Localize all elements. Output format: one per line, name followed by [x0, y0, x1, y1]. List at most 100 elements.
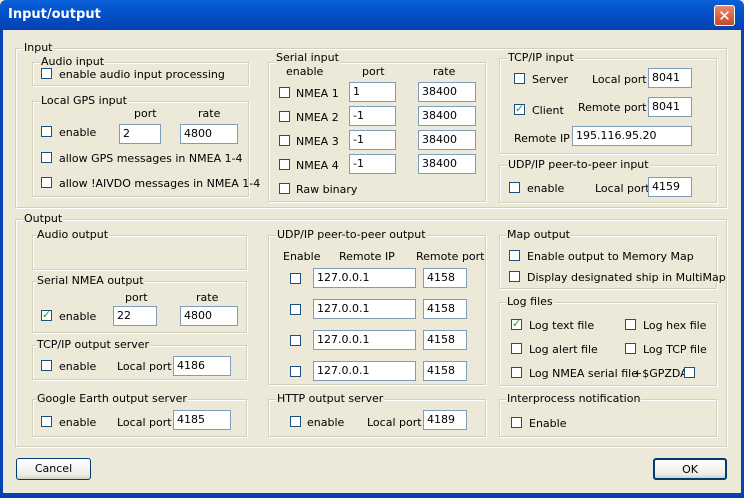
tcp-remote-port-label: Remote port [578, 101, 647, 114]
tcp-server-label: Server [532, 73, 569, 86]
multimap-label: Display designated ship in MultiMap [527, 271, 726, 284]
tcp-remote-ip-input[interactable]: 195.116.95.20 [572, 126, 692, 146]
serial-rate-header: rate [433, 65, 456, 78]
nmea3-label: NMEA 3 [296, 135, 339, 148]
audio-input-label: enable audio input processing [59, 68, 225, 81]
memory-map-checkbox[interactable] [509, 250, 520, 261]
nmea4-checkbox[interactable] [279, 159, 290, 170]
udp-output-row1-port[interactable]: 4158 [423, 268, 467, 288]
udp-output-row4-port[interactable]: 4158 [423, 361, 467, 381]
udp-input-port-input[interactable]: 4159 [648, 177, 692, 197]
google-output-checkbox[interactable] [41, 416, 52, 427]
gps-input-legend: Local GPS input [40, 94, 128, 107]
allow-gps-checkbox[interactable] [41, 152, 52, 163]
nmea4-rate-input[interactable]: 38400 [418, 154, 476, 174]
gps-port-input[interactable]: 2 [119, 124, 161, 144]
nmea4-port-input[interactable]: -1 [349, 154, 396, 174]
close-icon[interactable]: ✕ [714, 5, 735, 26]
nmea1-port-input[interactable]: 1 [349, 82, 396, 102]
tcp-output-checkbox[interactable] [41, 360, 52, 371]
udp-output-row1-ip[interactable]: 127.0.0.1 [313, 268, 416, 288]
udp-output-ip-header: Remote IP [339, 250, 395, 263]
udp-output-row2-ip[interactable]: 127.0.0.1 [313, 299, 416, 319]
audio-input-checkbox[interactable] [41, 68, 52, 79]
tcp-client-checkbox[interactable] [514, 102, 525, 115]
udp-output-row3-ip[interactable]: 127.0.0.1 [313, 330, 416, 350]
nmea3-port-input[interactable]: -1 [349, 130, 396, 150]
nmea1-label: NMEA 1 [296, 87, 339, 100]
serial-output-rate-input[interactable]: 4800 [180, 306, 238, 326]
udp-output-port-header: Remote port [416, 250, 485, 263]
tcp-output-port-input[interactable]: 4186 [173, 356, 231, 376]
serial-output-port-header: port [125, 291, 148, 304]
allow-gps-label: allow GPS messages in NMEA 1-4 [59, 152, 243, 165]
nmea2-rate-input[interactable]: 38400 [418, 106, 476, 126]
serial-output-legend: Serial NMEA output [36, 274, 145, 287]
ok-button[interactable]: OK [653, 458, 727, 480]
tcp-output-enable-label: enable [59, 360, 97, 373]
log-hex-label: Log hex file [643, 319, 707, 332]
log-alert-checkbox[interactable] [511, 343, 522, 354]
gps-enable-checkbox[interactable] [41, 126, 52, 137]
ipc-checkbox[interactable] [511, 417, 522, 428]
nmea1-checkbox[interactable] [279, 87, 290, 98]
http-output-port-input[interactable]: 4189 [423, 410, 467, 430]
tcp-local-port-label: Local port [592, 73, 647, 86]
audio-input-legend: Audio input [40, 55, 106, 68]
nmea1-rate-input[interactable]: 38400 [418, 82, 476, 102]
log-text-checkbox[interactable] [511, 317, 522, 330]
ipc-legend: Interprocess notification [506, 392, 642, 405]
serial-output-checkbox[interactable] [41, 308, 52, 321]
allow-aivdo-label: allow !AIVDO messages in NMEA 1-4 [59, 177, 261, 190]
log-tcp-label: Log TCP file [643, 343, 707, 356]
http-output-port-label: Local port [367, 416, 422, 429]
google-output-enable-label: enable [59, 416, 97, 429]
log-nmea-checkbox[interactable] [511, 367, 522, 378]
udp-input-port-label: Local port [595, 182, 650, 195]
multimap-checkbox[interactable] [509, 271, 520, 282]
nmea2-port-input[interactable]: -1 [349, 106, 396, 126]
udp-input-enable-label: enable [527, 182, 565, 195]
log-text-label: Log text file [529, 319, 595, 332]
gps-port-header: port [134, 107, 157, 120]
log-tcp-checkbox[interactable] [625, 343, 636, 354]
tcp-remote-ip-label: Remote IP [514, 132, 570, 145]
udp-output-row3-checkbox[interactable] [290, 335, 301, 346]
gpzda-checkbox[interactable] [684, 367, 695, 378]
udp-output-enable-header: Enable [283, 250, 321, 263]
tcp-local-port-input[interactable]: 8041 [648, 68, 692, 88]
serial-output-enable-label: enable [59, 310, 97, 323]
raw-binary-checkbox[interactable] [279, 183, 290, 194]
google-output-port-label: Local port [117, 416, 172, 429]
udp-output-row3-port[interactable]: 4158 [423, 330, 467, 350]
udp-input-checkbox[interactable] [509, 182, 520, 193]
google-output-port-input[interactable]: 4185 [173, 410, 231, 430]
tcpip-input-legend: TCP/IP input [507, 51, 575, 64]
input-legend: Input [23, 41, 54, 54]
udp-output-row1-checkbox[interactable] [290, 273, 301, 284]
memory-map-label: Enable output to Memory Map [527, 250, 694, 263]
allow-aivdo-checkbox[interactable] [41, 177, 52, 188]
gpzda-label: +$GPZDA [633, 367, 688, 380]
tcp-output-port-label: Local port [117, 360, 172, 373]
serial-output-port-input[interactable]: 22 [113, 306, 157, 326]
udp-output-row2-checkbox[interactable] [290, 304, 301, 315]
nmea2-checkbox[interactable] [279, 111, 290, 122]
log-files-legend: Log files [506, 295, 554, 308]
map-output-legend: Map output [506, 228, 571, 241]
tcp-server-checkbox[interactable] [514, 73, 525, 84]
http-output-legend: HTTP output server [276, 392, 385, 405]
tcp-remote-port-input[interactable]: 8041 [648, 97, 692, 117]
log-hex-checkbox[interactable] [625, 319, 636, 330]
gps-rate-input[interactable]: 4800 [180, 124, 238, 144]
cancel-button[interactable]: Cancel [16, 458, 91, 480]
udp-output-row4-checkbox[interactable] [290, 366, 301, 377]
serial-enable-header: enable [286, 65, 324, 78]
udp-output-row4-ip[interactable]: 127.0.0.1 [313, 361, 416, 381]
nmea3-checkbox[interactable] [279, 135, 290, 146]
audio-output-legend: Audio output [36, 228, 110, 241]
udp-output-row2-port[interactable]: 4158 [423, 299, 467, 319]
http-output-checkbox[interactable] [290, 416, 301, 427]
tcp-output-legend: TCP/IP output server [36, 338, 151, 351]
nmea3-rate-input[interactable]: 38400 [418, 130, 476, 150]
